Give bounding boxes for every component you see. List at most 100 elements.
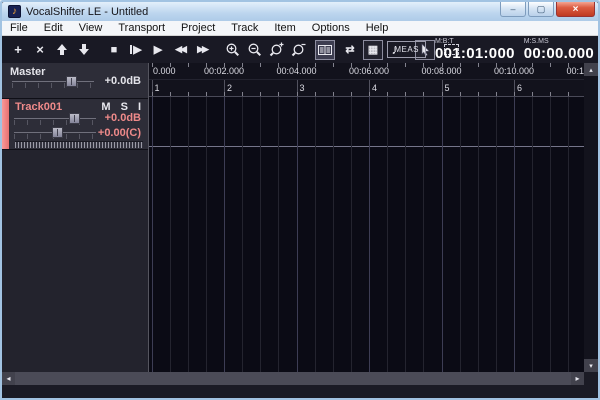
ruler-tick bbox=[496, 63, 497, 67]
beat-tick bbox=[442, 92, 443, 96]
scrollbar-corner bbox=[584, 372, 598, 385]
play-from-bar-icon: ▶ bbox=[130, 43, 141, 56]
grid-snap-button[interactable]: ▦ bbox=[363, 40, 383, 60]
grid-line bbox=[387, 97, 388, 372]
move-down-button[interactable] bbox=[75, 40, 93, 60]
app-window: ♪ VocalShifter LE - Untitled – ▢ × FileE… bbox=[0, 0, 600, 400]
menu-item-view[interactable]: View bbox=[71, 22, 111, 34]
menu-item-project[interactable]: Project bbox=[173, 22, 223, 34]
beat-tick bbox=[315, 92, 316, 96]
zoom-in-horizontal-button[interactable] bbox=[223, 40, 241, 60]
ruler-tick bbox=[478, 63, 479, 67]
ruler-tick bbox=[152, 63, 153, 67]
ruler-tick bbox=[170, 63, 171, 67]
menu-item-file[interactable]: File bbox=[2, 22, 36, 34]
ruler-time-row: 0.00000:02.00000:04.00000:06.00000:08.00… bbox=[149, 63, 584, 79]
grid-line bbox=[242, 97, 243, 372]
scroll-left-button[interactable]: ◂ bbox=[2, 372, 15, 385]
grid-line bbox=[423, 97, 424, 372]
menu-item-track[interactable]: Track bbox=[223, 22, 266, 34]
beat-tick bbox=[514, 92, 515, 96]
hscroll-thumb[interactable] bbox=[15, 372, 571, 385]
grid-line bbox=[188, 97, 189, 372]
time-label: 00:10.000 bbox=[494, 66, 534, 76]
beat-tick bbox=[423, 92, 424, 96]
track001-row[interactable]: Track001 M S I +0.0dB +0.00(C) bbox=[2, 99, 148, 150]
horizontal-scrollbar[interactable]: ◂ ▸ bbox=[2, 372, 584, 385]
play-button[interactable]: ▶ bbox=[149, 40, 167, 60]
grid-area[interactable] bbox=[149, 97, 584, 372]
loop-button[interactable]: ⇄ bbox=[341, 40, 359, 60]
arrow-down-icon bbox=[78, 43, 90, 56]
master-gain-slider[interactable] bbox=[12, 76, 94, 89]
menu-item-edit[interactable]: Edit bbox=[36, 22, 71, 34]
track-gain-slider[interactable] bbox=[14, 113, 96, 126]
menu-item-help[interactable]: Help bbox=[358, 22, 397, 34]
hscroll-row: ◂ ▸ bbox=[2, 372, 598, 385]
move-up-button[interactable] bbox=[53, 40, 71, 60]
beat-tick bbox=[260, 92, 261, 96]
menu-item-options[interactable]: Options bbox=[304, 22, 358, 34]
beat-tick bbox=[152, 92, 153, 96]
beat-tick bbox=[496, 92, 497, 96]
ruler-tick bbox=[188, 63, 189, 67]
ruler-tick bbox=[260, 63, 261, 67]
ruler-tick bbox=[514, 63, 515, 67]
scroll-down-button[interactable]: ▾ bbox=[584, 359, 598, 372]
measure-number: 3 bbox=[300, 83, 305, 93]
forward-button[interactable]: ▶▶ bbox=[193, 40, 211, 60]
track-boundary-line bbox=[149, 146, 584, 147]
grid-line bbox=[333, 97, 334, 372]
slider-handle[interactable] bbox=[69, 113, 80, 124]
add-item-button[interactable]: + bbox=[9, 40, 27, 60]
play-pause-button[interactable]: ▶ bbox=[127, 40, 145, 60]
menu-item-transport[interactable]: Transport bbox=[110, 22, 173, 34]
main-area: Master +0.0dB Track001 M S I bbox=[2, 63, 598, 372]
grid-line bbox=[260, 97, 261, 372]
zoom-out-vertical-button[interactable] bbox=[289, 40, 307, 60]
timecode-mbt: M:B:T 001:01:000 bbox=[435, 38, 515, 61]
ruler-measure-row: 123456 bbox=[149, 79, 584, 96]
timeline-ruler[interactable]: 0.00000:02.00000:04.00000:06.00000:08.00… bbox=[149, 63, 584, 97]
meas-button[interactable]: MEAS bbox=[387, 41, 426, 58]
grid-line bbox=[405, 97, 406, 372]
stop-button[interactable]: ■ bbox=[105, 40, 123, 60]
app-icon: ♪ bbox=[8, 5, 21, 18]
slider-handle[interactable] bbox=[66, 76, 77, 87]
beat-tick bbox=[568, 92, 569, 96]
mbt-label: M:B:T bbox=[435, 38, 515, 45]
menu-item-item[interactable]: Item bbox=[266, 22, 303, 34]
beat-tick bbox=[460, 92, 461, 96]
pitch-edit-button[interactable] bbox=[315, 40, 335, 60]
vertical-scrollbar[interactable]: ▴ ▾ bbox=[584, 63, 598, 372]
beat-tick bbox=[333, 92, 334, 96]
slider-handle[interactable] bbox=[52, 127, 63, 138]
time-label: 00:04.000 bbox=[276, 66, 316, 76]
zoom-in-vertical-button[interactable] bbox=[267, 40, 285, 60]
master-track-row[interactable]: Master +0.0dB bbox=[2, 63, 148, 99]
zoom-out-horizontal-button[interactable] bbox=[245, 40, 263, 60]
ruler-tick bbox=[423, 63, 424, 67]
tracks-panel: Master +0.0dB Track001 M S I bbox=[2, 63, 149, 372]
close-button[interactable]: × bbox=[556, 2, 595, 17]
time-label: 00:12.000 bbox=[566, 66, 584, 76]
window-title: VocalShifter LE - Untitled bbox=[26, 6, 148, 18]
delete-item-button[interactable]: × bbox=[31, 40, 49, 60]
track-pitch-slider[interactable] bbox=[14, 127, 96, 140]
zoom-out-vertical-icon bbox=[291, 42, 306, 57]
beat-tick bbox=[206, 92, 207, 96]
arrow-up-icon bbox=[56, 43, 68, 56]
grid-line bbox=[496, 97, 497, 372]
title-bar[interactable]: ♪ VocalShifter LE - Untitled – ▢ × bbox=[2, 2, 598, 21]
grid-line bbox=[550, 97, 551, 372]
scroll-up-button[interactable]: ▴ bbox=[584, 63, 598, 76]
beat-tick bbox=[224, 92, 225, 96]
rewind-button[interactable]: ◀◀ bbox=[171, 40, 189, 60]
scroll-right-button[interactable]: ▸ bbox=[571, 372, 584, 385]
window-controls: – ▢ × bbox=[498, 2, 595, 17]
minimize-button[interactable]: – bbox=[500, 2, 526, 17]
maximize-button[interactable]: ▢ bbox=[528, 2, 554, 17]
measure-number: 2 bbox=[227, 83, 232, 93]
beat-tick bbox=[351, 92, 352, 96]
grid-line bbox=[442, 97, 443, 372]
